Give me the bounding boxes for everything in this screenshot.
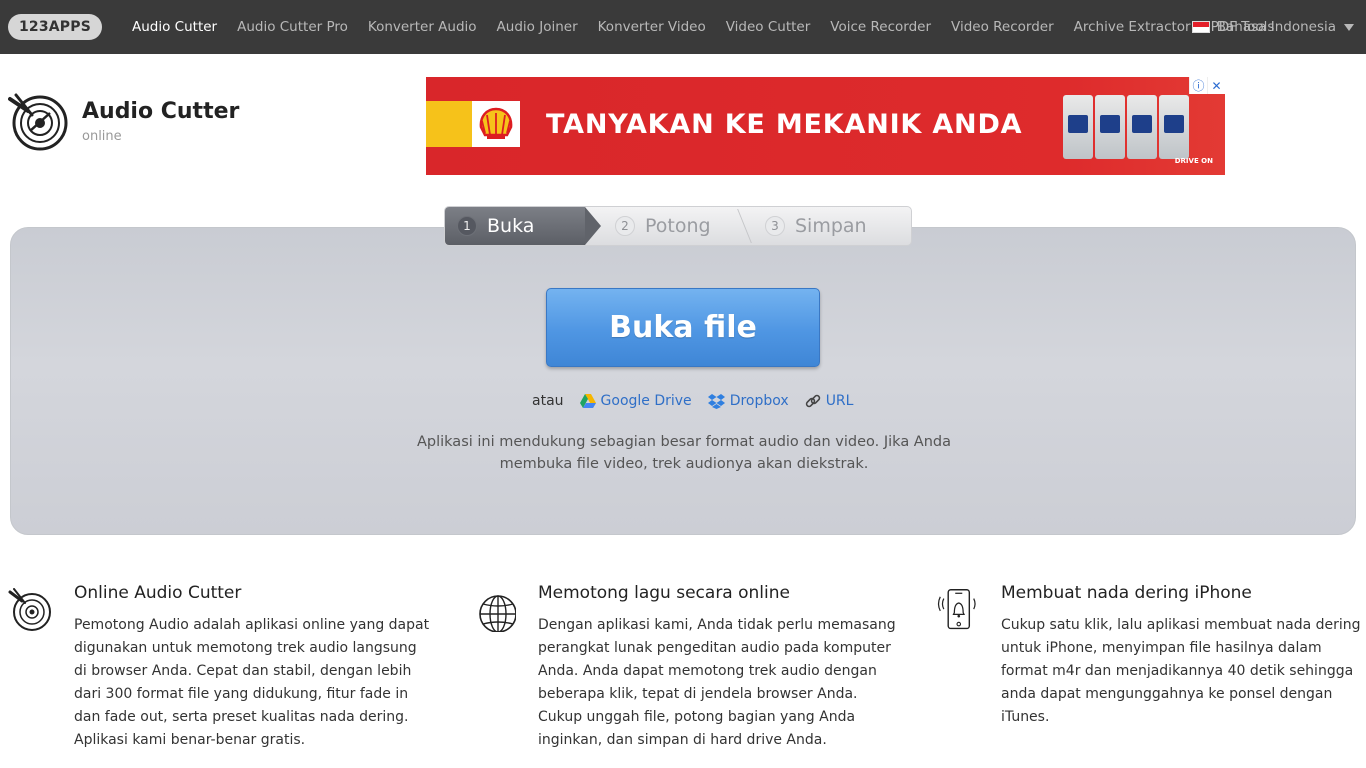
url-link[interactable]: URL — [805, 393, 854, 409]
google-drive-label: Google Drive — [600, 393, 692, 409]
step-save: 3 Simpan — [745, 207, 911, 245]
step-number: 3 — [765, 216, 785, 236]
vinyl-scissors-icon — [8, 588, 51, 631]
nav-link-audio-joiner[interactable]: Audio Joiner — [497, 19, 578, 35]
language-selector[interactable]: Bahasa Indonesia — [1191, 0, 1354, 54]
link-icon — [805, 394, 820, 408]
chevron-down-icon — [1344, 23, 1354, 31]
app-title: Audio Cutter — [82, 99, 240, 124]
feature-title: Membuat nada dering iPhone — [1001, 583, 1252, 603]
feature-text: Cukup satu klik, lalu aplikasi membuat n… — [1001, 617, 1361, 725]
nav-link-voice-recorder[interactable]: Voice Recorder — [830, 19, 931, 35]
feature-title: Online Audio Cutter — [74, 583, 242, 603]
open-file-button[interactable]: Buka file — [546, 288, 820, 367]
shell-logo-icon — [472, 101, 520, 147]
nav-link-video-cutter[interactable]: Video Cutter — [726, 19, 811, 35]
url-label: URL — [825, 393, 854, 409]
google-drive-link[interactable]: Google Drive — [579, 393, 692, 409]
ad-banner[interactable]: TANYAKAN KE MEKANIK ANDA DRIVE ON ⓘ ✕ — [426, 77, 1225, 175]
google-drive-icon — [579, 394, 596, 408]
nav-link-archive-extractor[interactable]: Archive Extractor — [1074, 19, 1191, 35]
nav-link-video-recorder[interactable]: Video Recorder — [951, 19, 1054, 35]
step-number: 1 — [457, 216, 477, 236]
nav-link-audio-cutter-pro[interactable]: Audio Cutter Pro — [237, 19, 348, 35]
dropbox-icon — [707, 393, 725, 409]
dropbox-link[interactable]: Dropbox — [707, 393, 789, 409]
globe-icon — [479, 595, 516, 632]
ad-headline: TANYAKAN KE MEKANIK ANDA — [546, 109, 1023, 140]
step-indicator: 1 Buka 2 Potong 3 Simpan — [444, 206, 912, 246]
indonesia-flag-icon — [1191, 21, 1210, 33]
step-label: Buka — [487, 215, 535, 237]
nav-link-konverter-audio[interactable]: Konverter Audio — [368, 19, 477, 35]
step-label: Potong — [645, 215, 711, 237]
app-subtitle: online — [82, 129, 122, 144]
step-open: 1 Buka — [445, 207, 601, 245]
dropbox-label: Dropbox — [729, 393, 789, 409]
brand-logo[interactable]: 123APPS — [8, 14, 102, 40]
ad-tagline: DRIVE ON — [1174, 157, 1213, 165]
vinyl-scissors-icon — [8, 93, 68, 151]
supported-formats-text: Aplikasi ini mendukung sebagian besar fo… — [416, 434, 952, 472]
or-label: atau — [532, 393, 564, 409]
oil-bottles-image — [1063, 95, 1191, 159]
step-number: 2 — [615, 216, 635, 236]
top-nav: 123APPS Audio Cutter Audio Cutter Pro Ko… — [0, 0, 1366, 54]
feature-title: Memotong lagu secara online — [538, 583, 790, 603]
alternative-sources: atau Google Drive Dropbox URL — [532, 392, 869, 410]
step-cut: 2 Potong — [585, 207, 745, 245]
feature-text: Pemotong Audio adalah aplikasi online ya… — [74, 617, 430, 748]
language-label: Bahasa Indonesia — [1216, 19, 1336, 35]
ad-controls: ⓘ ✕ — [1189, 77, 1225, 94]
nav-link-konverter-video[interactable]: Konverter Video — [598, 19, 706, 35]
ad-info-icon[interactable]: ⓘ — [1189, 77, 1207, 94]
ad-close-icon[interactable]: ✕ — [1207, 77, 1225, 94]
open-file-panel — [10, 227, 1356, 535]
ringing-phone-icon — [937, 589, 976, 630]
nav-link-audio-cutter[interactable]: Audio Cutter — [132, 19, 217, 35]
feature-text: Dengan aplikasi kami, Anda tidak perlu m… — [538, 617, 896, 748]
nav-links: Audio Cutter Audio Cutter Pro Konverter … — [132, 19, 1294, 35]
step-label: Simpan — [795, 215, 867, 237]
